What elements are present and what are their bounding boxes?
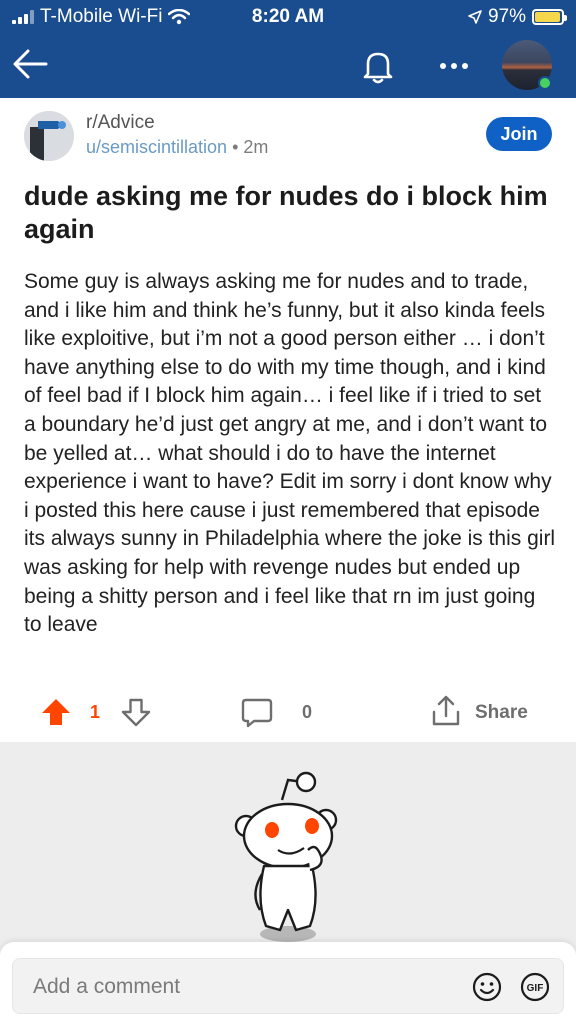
status-bar: T-Mobile Wi-Fi 8:20 AM 97% (0, 0, 576, 34)
downvote-arrow-icon[interactable] (120, 696, 152, 728)
post-meta: u/semiscintillation • 2m (86, 137, 268, 158)
battery-icon (532, 9, 567, 25)
more-dots-icon[interactable] (434, 46, 474, 86)
gif-icon[interactable]: GIF (519, 971, 551, 1003)
comment-composer: Add a comment GIF (0, 942, 576, 1024)
join-button[interactable]: Join (486, 117, 552, 151)
vote-score: 1 (90, 702, 101, 722)
emoji-icon[interactable] (471, 971, 503, 1003)
app-header: T-Mobile Wi-Fi 8:20 AM 97% (0, 0, 576, 98)
battery-fill (535, 12, 561, 22)
upvote-arrow-icon[interactable] (40, 696, 72, 728)
post-age: 2m (243, 137, 269, 157)
location-arrow-icon (468, 10, 482, 24)
subreddit-avatar-image (24, 111, 74, 161)
gif-label: GIF (527, 983, 544, 994)
comment-placeholder: Add a comment (33, 975, 181, 998)
post-author[interactable]: u/semiscintillation (86, 137, 227, 157)
post-title: dude asking me for nudes do i block him … (24, 181, 548, 244)
status-right: 97% (468, 6, 567, 28)
meta-separator: • (232, 137, 239, 157)
comment-input[interactable]: Add a comment GIF (12, 958, 564, 1014)
share-icon[interactable] (430, 694, 462, 728)
arrow-left-icon[interactable] (10, 44, 50, 84)
post-actions: 1 0 Share (0, 690, 576, 734)
nav-bar (0, 34, 576, 98)
share-button[interactable]: Share (475, 702, 528, 724)
battery-percent: 97% (487, 6, 526, 27)
snoo-mascot-icon (234, 771, 338, 942)
subreddit-name[interactable]: r/Advice (86, 112, 155, 134)
subreddit-icon[interactable] (24, 111, 74, 161)
online-indicator (538, 76, 552, 90)
bell-icon[interactable] (358, 46, 398, 86)
post-body: Some guy is always asking me for nudes a… (24, 270, 556, 637)
comment-count[interactable]: 0 (302, 702, 312, 723)
comment-bubble-icon[interactable] (240, 696, 274, 730)
